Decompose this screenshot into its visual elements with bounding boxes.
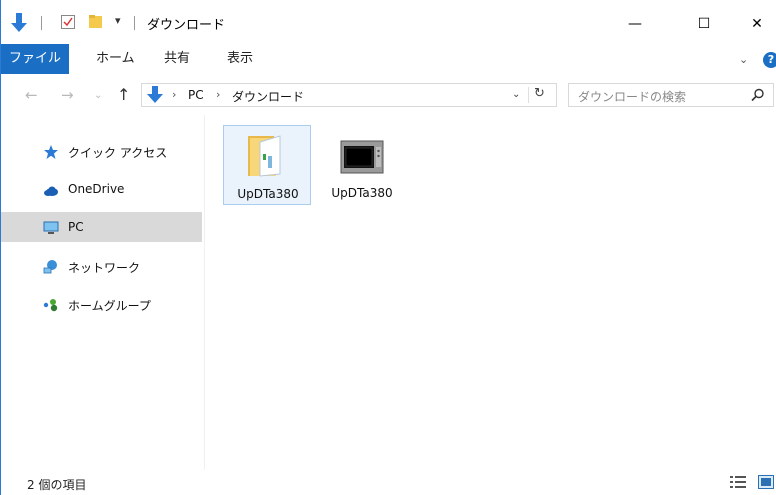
address-bar[interactable]: › PC › ダウンロード ⌄ ↻ <box>141 83 557 107</box>
item-count: 2 個の項目 <box>27 478 87 492</box>
quick-access-separator <box>41 16 42 30</box>
nav-item-label: ネットワーク <box>68 261 141 275</box>
file-item[interactable]: UpDTa380 <box>318 125 406 205</box>
navigation-pane: クイック アクセス OneDrive PC ネットワーク ホームグループ <box>1 112 202 470</box>
file-list: UpDTa380 UpDTa380 <box>205 112 776 470</box>
address-row: ← → ⌄ ↑ › PC › ダウンロード ⌄ ↻ ダウンロードの検索 <box>1 80 776 112</box>
address-divider <box>528 87 529 103</box>
back-button[interactable]: ← <box>25 86 38 104</box>
details-view-icon[interactable] <box>730 476 746 488</box>
quick-access-dropdown[interactable]: ▾ <box>115 14 121 27</box>
crumb-separator: › <box>216 88 221 101</box>
download-arrow-icon[interactable] <box>9 12 29 34</box>
minimize-button[interactable]: — <box>612 10 658 38</box>
homegroup-icon <box>43 299 58 312</box>
nav-item-label: クイック アクセス <box>68 146 168 160</box>
title-separator <box>134 16 135 30</box>
star-icon <box>44 145 58 159</box>
search-icon[interactable] <box>751 88 765 102</box>
maximize-button[interactable]: ☐ <box>681 10 727 38</box>
title-bar: ▾ ダウンロード — ☐ ✕ <box>1 0 776 44</box>
recent-locations-button[interactable]: ⌄ <box>94 90 102 101</box>
cloud-icon <box>44 186 58 196</box>
microwave-icon <box>340 140 384 174</box>
file-item[interactable]: UpDTa380 <box>223 125 311 205</box>
network-icon <box>43 260 57 274</box>
tab-home[interactable]: ホーム <box>96 44 135 74</box>
nav-item-label: PC <box>68 220 84 234</box>
forward-button[interactable]: → <box>61 86 74 104</box>
monitor-icon <box>43 221 59 234</box>
status-bar: 2 個の項目 <box>1 470 776 495</box>
downloads-folder-icon <box>147 86 163 103</box>
tab-view[interactable]: 表示 <box>227 44 253 74</box>
crumb-pc[interactable]: PC <box>188 88 204 102</box>
address-dropdown[interactable]: ⌄ <box>512 89 520 100</box>
nav-item-label: OneDrive <box>68 182 125 196</box>
nav-item-quick-access[interactable]: クイック アクセス <box>1 136 202 166</box>
properties-icon[interactable] <box>61 15 75 29</box>
tab-file[interactable]: ファイル <box>1 44 69 74</box>
nav-item-pc[interactable]: PC <box>1 212 202 242</box>
crumb-separator: › <box>172 88 177 101</box>
folder-icon <box>248 135 281 177</box>
window-title: ダウンロード <box>147 18 226 33</box>
search-placeholder: ダウンロードの検索 <box>578 90 687 104</box>
nav-item-label: ホームグループ <box>68 299 151 313</box>
close-button[interactable]: ✕ <box>734 10 776 38</box>
new-folder-icon[interactable] <box>89 15 103 29</box>
file-name: UpDTa380 <box>331 186 393 200</box>
ribbon-expand-button[interactable]: ⌄ <box>739 53 748 66</box>
refresh-button[interactable]: ↻ <box>534 86 545 101</box>
large-icons-view-icon[interactable] <box>758 475 774 489</box>
crumb-downloads[interactable]: ダウンロード <box>232 88 304 105</box>
ribbon-tabs: ファイル ホーム 共有 表示 ⌄ ? <box>1 44 776 74</box>
nav-item-homegroup[interactable]: ホームグループ <box>1 289 202 319</box>
nav-item-network[interactable]: ネットワーク <box>1 251 202 281</box>
help-icon[interactable]: ? <box>763 52 776 68</box>
nav-item-onedrive[interactable]: OneDrive <box>1 174 202 204</box>
up-button[interactable]: ↑ <box>117 85 130 104</box>
explorer-window: ▾ ダウンロード — ☐ ✕ ファイル ホーム 共有 表示 ⌄ ? ← → ⌄ … <box>0 0 776 495</box>
search-input[interactable]: ダウンロードの検索 <box>568 83 774 107</box>
file-name: UpDTa380 <box>237 187 299 201</box>
tab-share[interactable]: 共有 <box>164 44 190 74</box>
